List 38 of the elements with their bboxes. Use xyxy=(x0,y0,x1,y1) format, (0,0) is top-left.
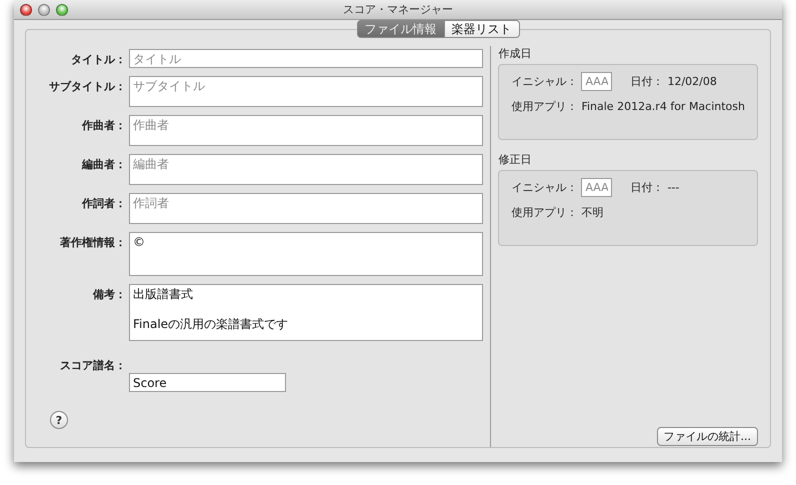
field-label: タイトル： xyxy=(70,52,126,68)
input-field[interactable]: © xyxy=(129,232,483,276)
group-title: 修正日 xyxy=(498,152,532,167)
initials-field[interactable]: AAA xyxy=(581,72,612,91)
date-value: 12/02/08 xyxy=(667,75,717,88)
initials-label: イニシャル： xyxy=(511,180,578,195)
help-button[interactable]: ? xyxy=(50,411,68,429)
date-label: 日付： xyxy=(630,180,664,195)
app-label: 使用アプリ： xyxy=(511,205,578,220)
close-button[interactable] xyxy=(20,4,32,16)
input-field[interactable]: 出版譜書式 Finaleの汎用の楽譜書式です xyxy=(129,284,483,341)
minimize-button[interactable] xyxy=(38,4,50,16)
date-value: --- xyxy=(667,181,680,194)
tab[interactable]: 楽器リスト xyxy=(444,20,520,38)
tab[interactable]: ファイル情報 xyxy=(356,20,444,38)
input-field[interactable]: タイトル xyxy=(129,49,483,68)
app-value: Finale 2012a.r4 for Macintosh xyxy=(581,100,745,113)
field-label: スコア譜名： xyxy=(59,358,126,373)
initials-label: イニシャル： xyxy=(511,74,578,89)
file-statistics-button[interactable]: ファイルの統計... xyxy=(656,427,758,446)
field-label: 編曲者： xyxy=(80,157,126,173)
field-label: 作詞者： xyxy=(80,196,126,212)
zoom-button[interactable] xyxy=(56,4,68,16)
input-field[interactable]: サブタイトル xyxy=(129,76,483,107)
app-value: 不明 xyxy=(581,205,604,220)
input-field[interactable]: Score xyxy=(129,373,286,392)
input-field[interactable]: 作曲者 xyxy=(129,115,483,146)
window-title: スコア・マネージャー xyxy=(342,2,454,17)
field-label: 作曲者： xyxy=(80,118,126,134)
field-label: 備考： xyxy=(92,287,126,303)
field-label: サブタイトル： xyxy=(48,79,126,95)
date-label: 日付： xyxy=(630,74,664,89)
field-label: 著作権情報： xyxy=(59,235,126,251)
input-field[interactable]: 編曲者 xyxy=(129,154,483,185)
group-title: 作成日 xyxy=(498,46,532,61)
initials-field[interactable]: AAA xyxy=(581,178,612,197)
app-label: 使用アプリ： xyxy=(511,99,578,114)
input-field[interactable]: 作詞者 xyxy=(129,193,483,224)
